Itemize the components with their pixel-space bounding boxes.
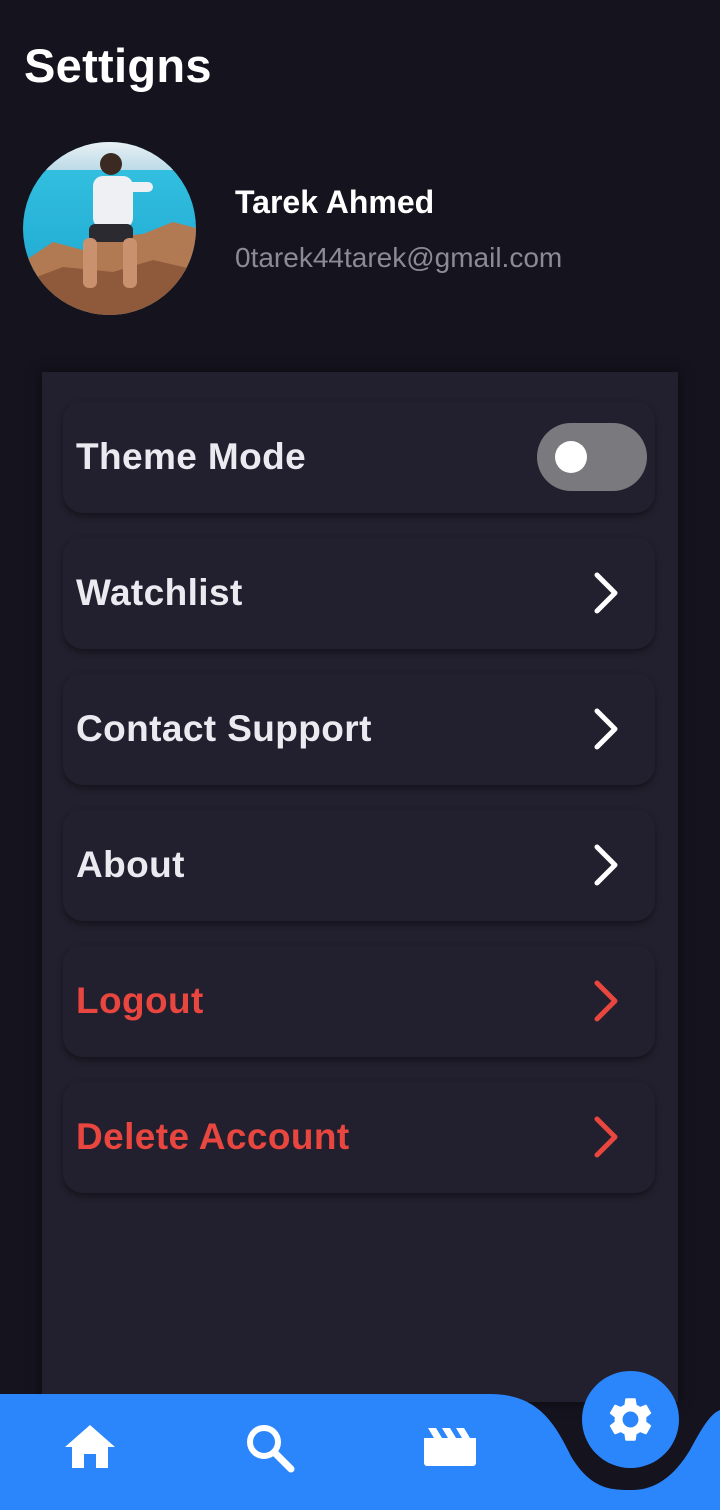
settings-item-label: Watchlist (76, 572, 243, 613)
chevron-right-icon (593, 708, 619, 750)
settings-item-logout[interactable]: Logout (63, 945, 655, 1057)
profile-photo (23, 142, 196, 315)
profile-header: Tarek Ahmed 0tarek44tarek@gmail.com (23, 142, 703, 315)
nav-movies-button[interactable] (422, 1424, 478, 1468)
chevron-right-icon (593, 1116, 619, 1158)
settings-item-label: About (76, 844, 185, 885)
page-title: Settigns (24, 39, 212, 92)
profile-email: 0tarek44tarek@gmail.com (235, 242, 563, 273)
gear-icon (609, 1398, 652, 1441)
chevron-right-icon (593, 572, 619, 614)
toggle-knob (555, 441, 587, 473)
avatar[interactable] (23, 142, 196, 315)
settings-item-contact-support[interactable]: Contact Support (63, 673, 655, 785)
settings-item-label: Delete Account (76, 1116, 350, 1157)
nav-search-button[interactable] (244, 1422, 296, 1474)
search-icon (247, 1425, 295, 1473)
movie-clapper-icon (424, 1428, 476, 1466)
settings-item-label: Logout (76, 980, 204, 1021)
settings-item-watchlist[interactable]: Watchlist (63, 537, 655, 649)
chevron-right-icon (593, 980, 619, 1022)
settings-panel: Theme Mode Watchlist Contact Support Abo… (42, 372, 678, 1402)
theme-mode-toggle[interactable] (537, 423, 647, 491)
settings-item-delete-account[interactable]: Delete Account (63, 1081, 655, 1193)
profile-name: Tarek Ahmed (235, 184, 435, 220)
chevron-right-icon (593, 844, 619, 886)
home-icon (65, 1425, 115, 1468)
nav-settings-button[interactable] (582, 1371, 679, 1468)
settings-item-label: Contact Support (76, 708, 372, 749)
settings-item-label: Theme Mode (76, 436, 307, 477)
nav-home-button[interactable] (63, 1422, 117, 1470)
settings-item-theme-mode[interactable]: Theme Mode (63, 401, 655, 513)
settings-item-about[interactable]: About (63, 809, 655, 921)
